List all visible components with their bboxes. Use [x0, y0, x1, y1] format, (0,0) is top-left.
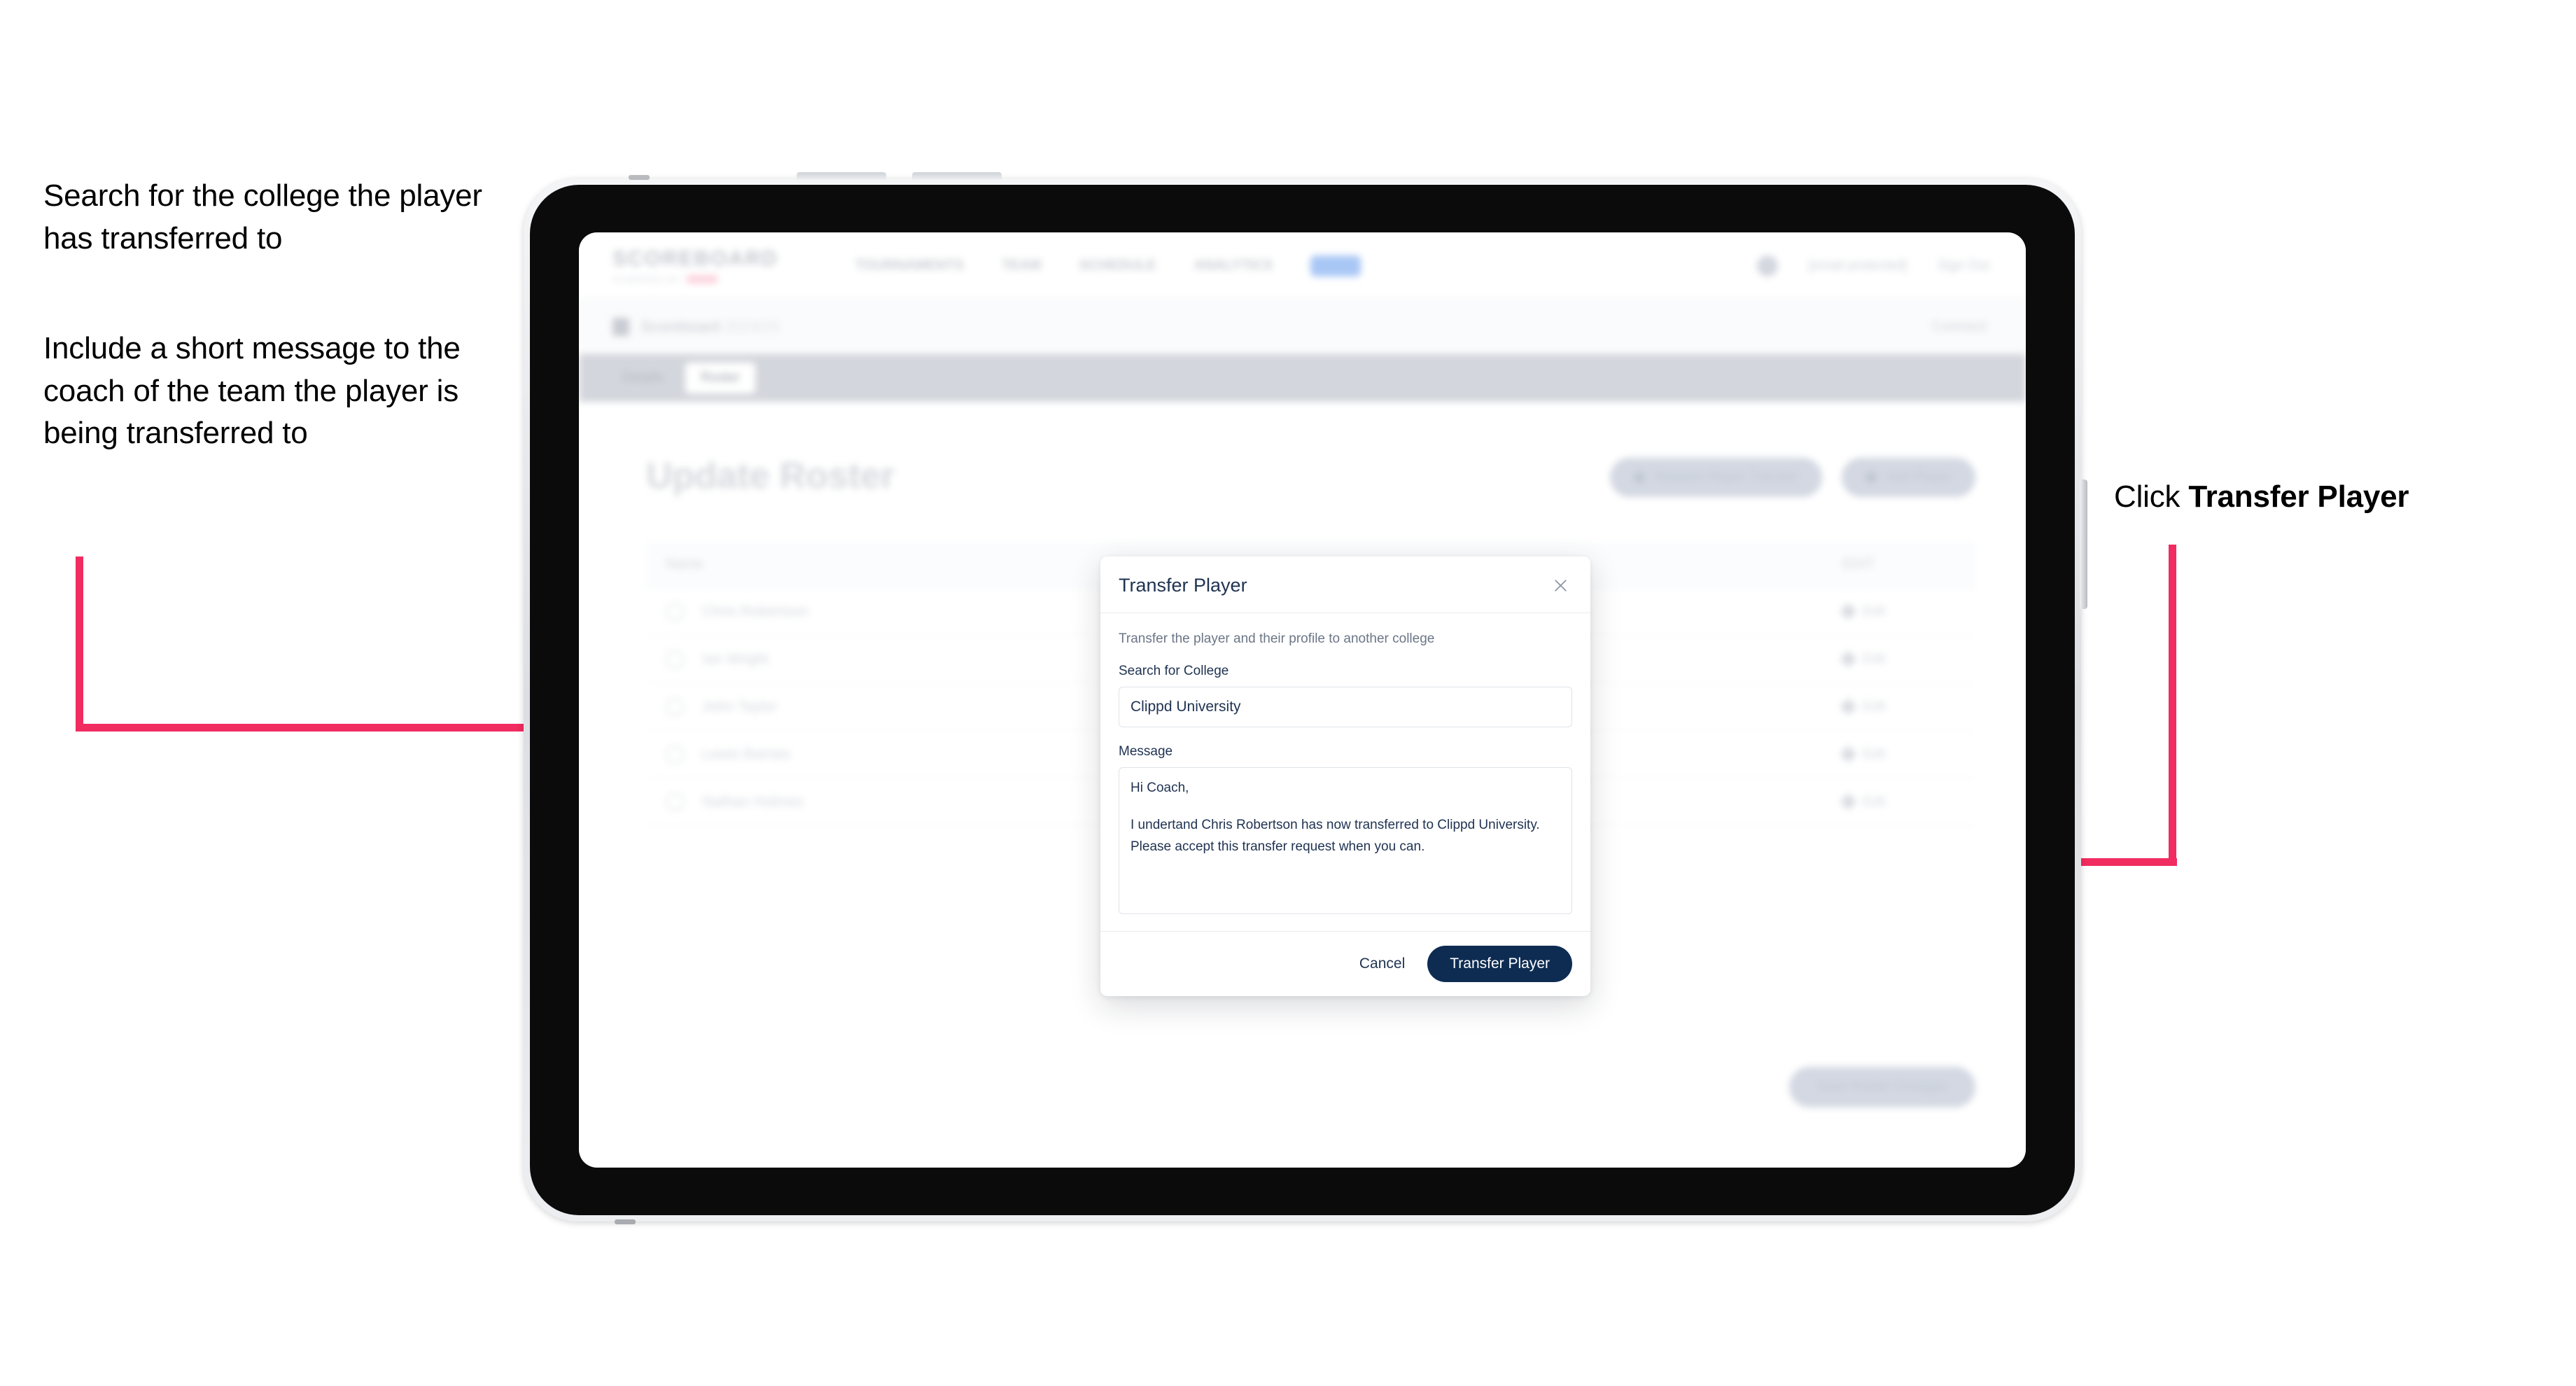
annotation-right-prefix: Click	[2114, 479, 2189, 514]
transfer-player-dialog: Transfer Player Transfer the player and …	[1100, 556, 1590, 996]
screenshot-canvas: Search for the college the player has tr…	[0, 0, 2576, 1386]
dialog-description: Transfer the player and their profile to…	[1119, 631, 1435, 646]
dialog-body: Transfer the player and their profile to…	[1100, 613, 1590, 931]
message-label: Message	[1119, 744, 1173, 759]
close-icon[interactable]	[1548, 573, 1572, 597]
message-line-3: Please accept this transfer request when…	[1130, 839, 1425, 854]
annotation-left-search-college: Search for the college the player has tr…	[43, 178, 482, 255]
search-college-label: Search for College	[1119, 664, 1229, 678]
device-bezel: SCOREBOARD POWERED BY TOURNAMENTS TEAM S…	[530, 185, 2075, 1215]
right-arrow-vertical-segment	[2169, 545, 2176, 865]
message-textarea[interactable]: Hi Coach, I undertand Chris Robertson ha…	[1119, 767, 1572, 914]
dialog-title: Transfer Player	[1119, 574, 1247, 596]
transfer-player-button[interactable]: Transfer Player	[1427, 946, 1572, 982]
tablet-device-frame: SCOREBOARD POWERED BY TOURNAMENTS TEAM S…	[524, 172, 2087, 1224]
device-screen: SCOREBOARD POWERED BY TOURNAMENTS TEAM S…	[579, 232, 2026, 1168]
dialog-footer: Cancel Transfer Player	[1100, 931, 1590, 996]
front-camera-icon	[629, 175, 650, 180]
modal-overlay: Transfer Player Transfer the player and …	[579, 232, 2026, 1168]
power-button[interactable]	[2080, 479, 2087, 609]
annotation-right-click-transfer: Click Transfer Player	[2114, 476, 2548, 519]
annotation-left-include-message: Include a short message to the coach of …	[43, 331, 461, 451]
search-college-input[interactable]	[1119, 687, 1572, 727]
message-line-1: Hi Coach,	[1130, 780, 1189, 795]
volume-down-button[interactable]	[912, 172, 1002, 180]
bottom-port-icon	[615, 1219, 636, 1224]
cancel-button[interactable]: Cancel	[1357, 950, 1408, 978]
dialog-header: Transfer Player	[1100, 556, 1590, 613]
field-spacer	[1119, 727, 1572, 744]
volume-up-button[interactable]	[797, 172, 886, 180]
message-line-2: I undertand Chris Robertson has now tran…	[1130, 817, 1540, 832]
annotation-right-bold: Transfer Player	[2188, 479, 2409, 514]
left-arrow-vertical-segment	[76, 556, 83, 732]
